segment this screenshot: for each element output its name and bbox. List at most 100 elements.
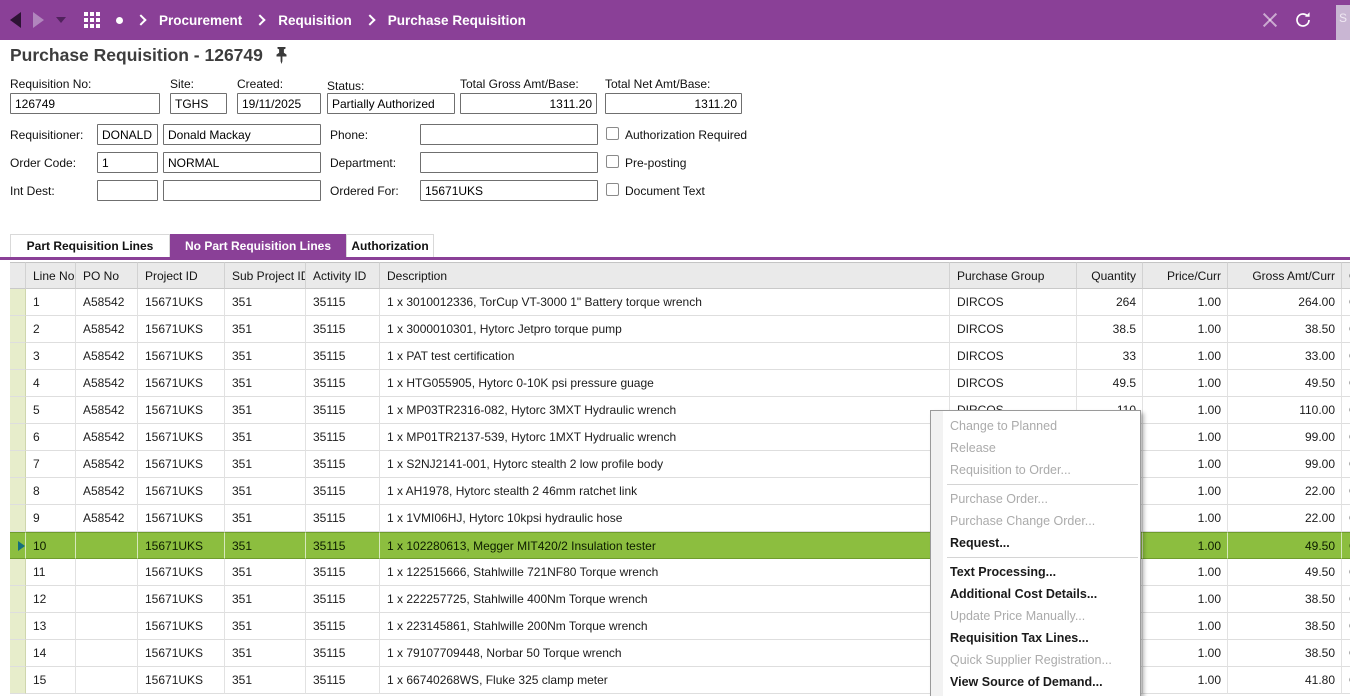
cell-po_no[interactable]: A58542 (76, 370, 138, 397)
cell-sub_project_id[interactable]: 351 (225, 397, 306, 424)
cell-gross_amt_curr[interactable]: 22.00 (1228, 478, 1342, 505)
column-header-price_curr[interactable]: Price/Curr (1143, 262, 1228, 289)
cell-description[interactable]: 1 x 3010012336, TorCup VT-3000 1" Batter… (380, 289, 950, 316)
cell-po_no[interactable] (76, 586, 138, 613)
table-row[interactable]: 9 A58542 15671UKS 351 35115 1 x 1VMI06HJ, Hyt… (10, 505, 1350, 532)
cell-gross_amt_curr[interactable]: 38.50 (1228, 640, 1342, 667)
cell-activity_id[interactable]: 35115 (306, 397, 380, 424)
cell-sub_project_id[interactable]: 351 (225, 532, 306, 559)
column-header-description[interactable]: Description (380, 262, 950, 289)
order-code-input[interactable] (97, 152, 158, 173)
cell-activity_id[interactable]: 35115 (306, 424, 380, 451)
cell-gross_amt_curr[interactable]: 49.50 (1228, 532, 1342, 559)
cell-description[interactable]: 1 x 222257725, Stahlwille 400Nm Torque w… (380, 586, 950, 613)
cell-line_no[interactable]: 5 (26, 397, 76, 424)
cell-description[interactable]: 1 x 223145861, Stahlwille 200Nm Torque w… (380, 613, 950, 640)
cell-project_id[interactable]: 15671UKS (138, 478, 225, 505)
menu-item[interactable]: Text Processing... (931, 561, 1140, 583)
cell-line_no[interactable]: 10 (26, 532, 76, 559)
collapsed-side-panel-tab[interactable]: S (1336, 5, 1350, 40)
column-header-quantity[interactable]: Quantity (1077, 262, 1143, 289)
cell-activity_id[interactable]: 35115 (306, 478, 380, 505)
department-input[interactable] (420, 152, 598, 173)
cell-activity_id[interactable]: 35115 (306, 343, 380, 370)
cell-curr[interactable]: GBP (1342, 559, 1350, 586)
row-gutter[interactable] (10, 586, 26, 613)
phone-input[interactable] (420, 124, 598, 145)
cell-purchase_group[interactable]: DIRCOS (950, 370, 1077, 397)
cell-quantity[interactable]: 33 (1077, 343, 1143, 370)
column-header-project_id[interactable]: Project ID (138, 262, 225, 289)
created-input[interactable] (237, 93, 321, 114)
cell-project_id[interactable]: 15671UKS (138, 532, 225, 559)
cell-activity_id[interactable]: 35115 (306, 559, 380, 586)
table-row[interactable]: 14 15671UKS 351 35115 1 x 79107709448, Norba… (10, 640, 1350, 667)
cell-sub_project_id[interactable]: 351 (225, 316, 306, 343)
cell-gross_amt_curr[interactable]: 264.00 (1228, 289, 1342, 316)
app-grid-icon[interactable] (84, 12, 100, 28)
cell-sub_project_id[interactable]: 351 (225, 424, 306, 451)
cell-curr[interactable]: GBP (1342, 667, 1350, 694)
cell-price_curr[interactable]: 1.00 (1143, 289, 1228, 316)
table-row[interactable]: 13 15671UKS 351 35115 1 x 223145861, Stahlwi… (10, 613, 1350, 640)
requisitioner-name-input[interactable] (163, 124, 321, 145)
cell-line_no[interactable]: 13 (26, 613, 76, 640)
cell-project_id[interactable]: 15671UKS (138, 613, 225, 640)
cell-sub_project_id[interactable]: 351 (225, 343, 306, 370)
column-header-activity_id[interactable]: Activity ID (306, 262, 380, 289)
cell-gross_amt_curr[interactable]: 110.00 (1228, 397, 1342, 424)
column-header-curr[interactable]: Curr (1342, 262, 1350, 289)
cell-project_id[interactable]: 15671UKS (138, 586, 225, 613)
cell-description[interactable]: 1 x HTG055905, Hytorc 0-10K psi pressure… (380, 370, 950, 397)
breadcrumb-requisition[interactable]: Requisition (278, 13, 352, 28)
int-dest-name-input[interactable] (163, 180, 321, 201)
cell-curr[interactable]: GBP (1342, 316, 1350, 343)
table-row[interactable]: 3 A58542 15671UKS 351 35115 1 x PAT test cert… (10, 343, 1350, 370)
cell-po_no[interactable]: A58542 (76, 478, 138, 505)
cell-gross_amt_curr[interactable]: 22.00 (1228, 505, 1342, 532)
cell-po_no[interactable]: A58542 (76, 424, 138, 451)
pin-icon[interactable] (275, 47, 288, 64)
cell-sub_project_id[interactable]: 351 (225, 451, 306, 478)
cell-description[interactable]: 1 x 79107709448, Norbar 50 Torque wrench (380, 640, 950, 667)
cell-project_id[interactable]: 15671UKS (138, 424, 225, 451)
cell-po_no[interactable] (76, 667, 138, 694)
cell-line_no[interactable]: 3 (26, 343, 76, 370)
cell-curr[interactable]: GBP (1342, 586, 1350, 613)
table-row[interactable]: 15 15671UKS 351 35115 1 x 66740268WS, Fluke … (10, 667, 1350, 694)
cell-purchase_group[interactable]: DIRCOS (950, 343, 1077, 370)
cell-curr[interactable]: GBP (1342, 613, 1350, 640)
site-input[interactable] (170, 93, 227, 114)
cell-line_no[interactable]: 15 (26, 667, 76, 694)
order-code-name-input[interactable] (163, 152, 321, 173)
ordered-for-input[interactable] (420, 180, 598, 201)
history-dropdown-icon[interactable] (56, 17, 66, 23)
cell-quantity[interactable]: 264 (1077, 289, 1143, 316)
forward-icon[interactable] (33, 12, 44, 28)
cell-price_curr[interactable]: 1.00 (1143, 478, 1228, 505)
cell-po_no[interactable] (76, 613, 138, 640)
cell-activity_id[interactable]: 35115 (306, 586, 380, 613)
cell-description[interactable]: 1 x 3000010301, Hytorc Jetpro torque pum… (380, 316, 950, 343)
cell-project_id[interactable]: 15671UKS (138, 370, 225, 397)
cell-price_curr[interactable]: 1.00 (1143, 640, 1228, 667)
table-row[interactable]: 5 A58542 15671UKS 351 35115 1 x MP03TR2316-08… (10, 397, 1350, 424)
total-net-input[interactable] (605, 93, 742, 114)
cell-price_curr[interactable]: 1.00 (1143, 667, 1228, 694)
breadcrumb-procurement[interactable]: Procurement (159, 13, 242, 28)
row-gutter[interactable] (10, 667, 26, 694)
cell-description[interactable]: 1 x AH1978, Hytorc stealth 2 46mm ratche… (380, 478, 950, 505)
cell-po_no[interactable] (76, 559, 138, 586)
cell-gross_amt_curr[interactable]: 99.00 (1228, 424, 1342, 451)
table-row[interactable]: 4 A58542 15671UKS 351 35115 1 x HTG055905, Hy… (10, 370, 1350, 397)
cell-project_id[interactable]: 15671UKS (138, 397, 225, 424)
cell-price_curr[interactable]: 1.00 (1143, 316, 1228, 343)
cell-description[interactable]: 1 x 102280613, Megger MIT420/2 Insulatio… (380, 532, 950, 559)
cell-sub_project_id[interactable]: 351 (225, 478, 306, 505)
cell-description[interactable]: 1 x S2NJ2141-001, Hytorc stealth 2 low p… (380, 451, 950, 478)
cell-line_no[interactable]: 8 (26, 478, 76, 505)
status-input[interactable] (327, 93, 455, 114)
cell-curr[interactable]: GBP (1342, 397, 1350, 424)
cell-project_id[interactable]: 15671UKS (138, 640, 225, 667)
cell-description[interactable]: 1 x MP01TR2137-539, Hytorc 1MXT Hydruali… (380, 424, 950, 451)
